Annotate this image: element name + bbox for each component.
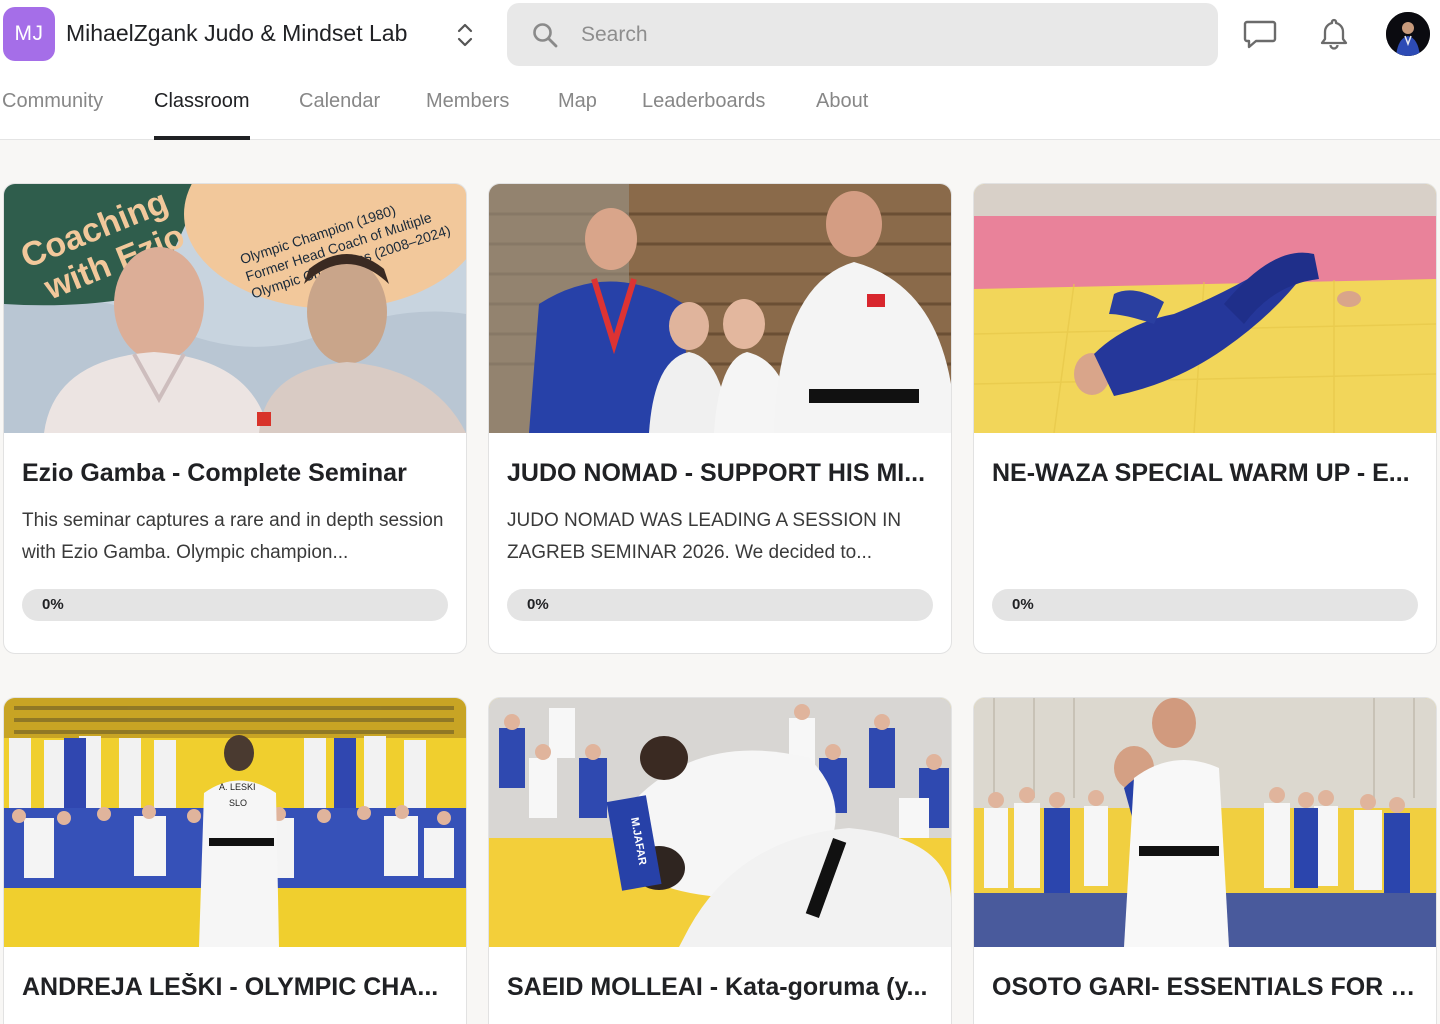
course-title: SAEID MOLLEAI - Kata-goruma (y... (507, 973, 928, 1001)
tab-classroom[interactable]: Classroom (154, 90, 250, 140)
user-avatar[interactable] (1386, 12, 1430, 56)
thumb-caption: A. LESKI (219, 782, 256, 792)
course-thumbnail: M.JAFAR (489, 698, 951, 947)
course-thumbnail (974, 698, 1436, 947)
course-card[interactable]: Coaching with Ezio Gamba Olympic Champio… (3, 183, 467, 654)
nav-tabs: Community Classroom Calendar Members Map… (0, 80, 1440, 140)
course-card[interactable]: M.JAFAR SAEID MOLLEAI - Kata-goruma (y..… (488, 697, 952, 1024)
chat-icon (1243, 20, 1277, 49)
tab-members[interactable]: Members (426, 90, 509, 140)
progress-label: 0% (527, 596, 549, 613)
search-icon (533, 23, 558, 48)
course-thumbnail (974, 184, 1436, 433)
course-title: JUDO NOMAD - SUPPORT HIS MI... (507, 459, 926, 487)
bell-icon (1320, 18, 1348, 50)
thumb-caption-2: SLO (229, 798, 247, 808)
tab-community[interactable]: Community (2, 90, 103, 140)
course-card[interactable]: OSOTO GARI- ESSENTIALS FOR K... (973, 697, 1437, 1024)
chevron-up-down-icon (457, 23, 473, 47)
group-switcher-button[interactable] (451, 18, 479, 52)
course-card[interactable]: A. LESKI SLO ANDREJA LEŠKI - OLYMPIC CHA… (3, 697, 467, 1024)
tab-calendar[interactable]: Calendar (299, 90, 380, 140)
search-bar[interactable] (507, 3, 1218, 66)
group-name[interactable]: MihaelZgank Judo & Mindset Lab (66, 20, 407, 47)
progress-label: 0% (42, 596, 64, 613)
top-header: MJ MihaelZgank Judo & Mindset Lab Search… (0, 0, 1440, 140)
course-progress-bar: 0% (992, 589, 1418, 621)
search-input[interactable] (581, 3, 1181, 66)
course-title: Ezio Gamba - Complete Seminar (22, 459, 407, 487)
course-thumbnail (489, 184, 951, 433)
course-thumbnail: Coaching with Ezio Gamba Olympic Champio… (4, 184, 466, 433)
course-progress-bar: 0% (22, 589, 448, 621)
group-logo[interactable]: MJ (3, 7, 55, 61)
chat-button[interactable] (1240, 14, 1280, 54)
course-progress-bar: 0% (507, 589, 933, 621)
notifications-button[interactable] (1314, 14, 1354, 54)
course-description: JUDO NOMAD WAS LEADING A SESSION IN ZAGR… (507, 510, 902, 563)
course-card[interactable]: NE-WAZA SPECIAL WARM UP - E... 0% (973, 183, 1437, 654)
course-description: This seminar captures a rare and in dept… (22, 510, 444, 563)
course-title: NE-WAZA SPECIAL WARM UP - E... (992, 459, 1410, 487)
course-title: OSOTO GARI- ESSENTIALS FOR K... (992, 973, 1422, 1001)
progress-label: 0% (1012, 596, 1034, 613)
course-card[interactable]: JUDO NOMAD - SUPPORT HIS MI... JUDO NOMA… (488, 183, 952, 654)
tab-leaderboards[interactable]: Leaderboards (642, 90, 765, 140)
course-title: ANDREJA LEŠKI - OLYMPIC CHA... (22, 973, 439, 1001)
course-thumbnail: A. LESKI SLO (4, 698, 466, 947)
tab-about[interactable]: About (816, 90, 868, 140)
tab-map[interactable]: Map (558, 90, 597, 140)
